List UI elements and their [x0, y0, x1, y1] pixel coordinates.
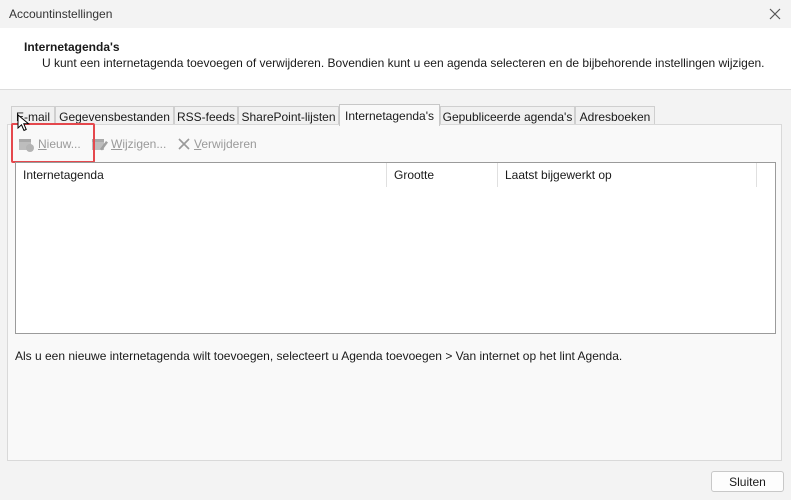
calendar-edit-icon	[92, 139, 108, 151]
window-close-button[interactable]	[759, 0, 791, 28]
tab-internet-calendars[interactable]: Internetagenda's	[339, 104, 440, 126]
tab-sharepoint-lists[interactable]: SharePoint-lijsten	[238, 106, 339, 126]
remove-label: erwijderen	[201, 137, 257, 151]
calendar-add-icon	[19, 139, 34, 152]
edit-label: ijzigen...	[122, 137, 167, 151]
header-title: Internetagenda's	[24, 40, 120, 54]
tab-rss-feeds[interactable]: RSS-feeds	[174, 106, 238, 126]
close-icon	[769, 8, 781, 20]
header-description: U kunt een internetagenda toevoegen of v…	[42, 56, 765, 70]
edit-button[interactable]: Wijzigen...	[90, 136, 166, 152]
column-header-last-updated[interactable]: Laatst bijgewerkt op	[498, 163, 757, 187]
tab-published-calendars[interactable]: Gepubliceerde agenda's	[440, 106, 575, 126]
remove-button[interactable]: Verwijderen	[177, 136, 257, 152]
calendar-list[interactable]: Internetagenda Grootte Laatst bijgewerkt…	[15, 162, 776, 334]
hint-text: Als u een nieuwe internetagenda wilt toe…	[15, 349, 623, 363]
window-title: Accountinstellingen	[9, 7, 113, 21]
title-bar: Accountinstellingen	[0, 0, 791, 28]
tab-data-files[interactable]: Gegevensbestanden	[55, 106, 174, 126]
new-button[interactable]: Nieuw...	[17, 136, 81, 152]
column-header-size[interactable]: Grootte	[387, 163, 498, 187]
tab-address-books[interactable]: Adresboeken	[575, 106, 655, 126]
column-header-calendar[interactable]: Internetagenda	[16, 163, 387, 187]
close-dialog-button[interactable]: Sluiten	[711, 471, 784, 492]
header-panel: Internetagenda's U kunt een internetagen…	[0, 28, 791, 90]
new-label-mnemonic: N	[38, 137, 47, 151]
edit-label-mnemonic: W	[111, 137, 123, 151]
x-icon	[178, 138, 190, 150]
new-label: ieuw...	[46, 137, 81, 151]
mouse-cursor-icon	[17, 114, 30, 132]
